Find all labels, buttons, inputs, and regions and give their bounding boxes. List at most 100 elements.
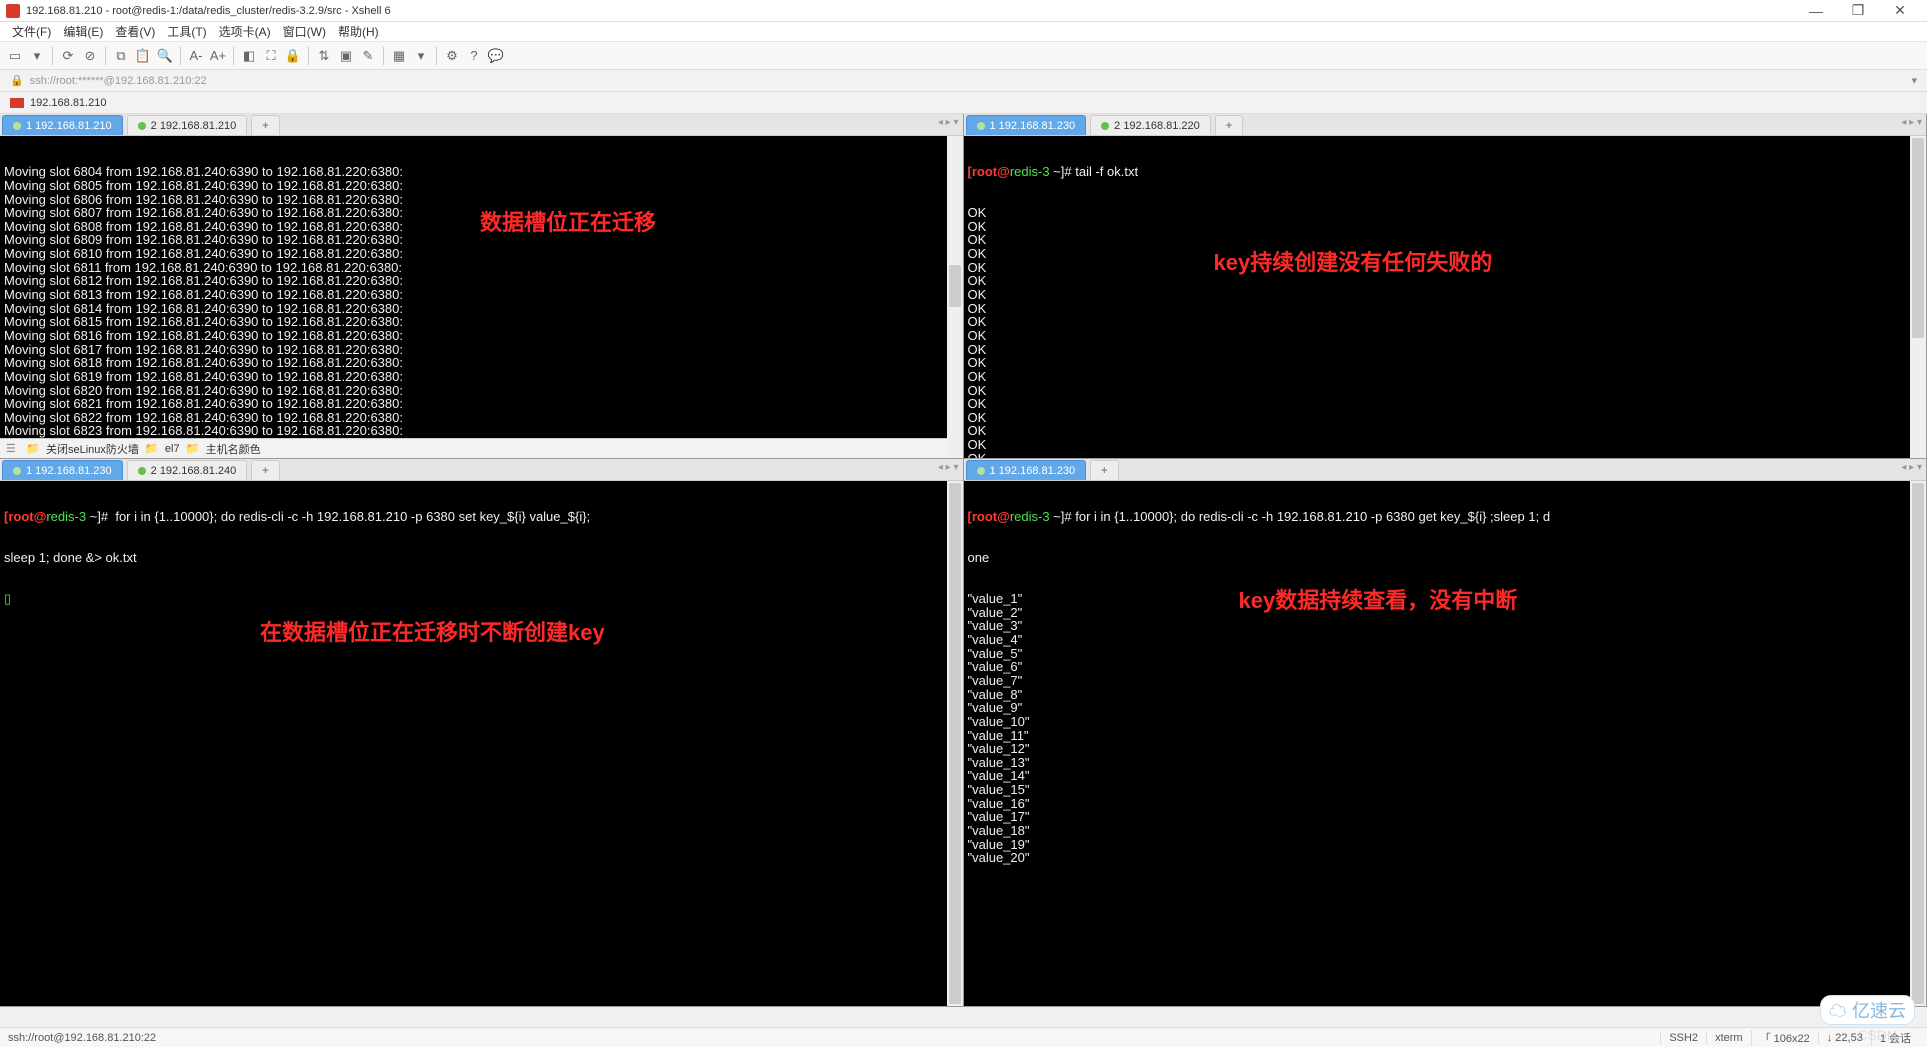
plus-icon: + [262,120,268,132]
tab-bl-2[interactable]: 2 192.168.81.240 [127,460,248,480]
menu-edit[interactable]: 编辑(E) [57,23,109,40]
pane-bottom-right: 1 192.168.81.230 + ◂ ▸ ▾ [root@redis-3 ~… [964,459,1927,1007]
menubar: 文件(F) 编辑(E) 查看(V) 工具(T) 选项卡(A) 窗口(W) 帮助(… [0,22,1927,42]
fullscreen-icon[interactable]: ⛶ [262,47,280,65]
tab-br-1[interactable]: 1 192.168.81.230 [966,460,1087,480]
settings-icon[interactable]: ⚙ [443,47,461,65]
pane-bottom-left: 1 192.168.81.230 2 192.168.81.240 + ◂ ▸ … [0,459,964,1007]
tab-nav-arrows[interactable]: ◂ ▸ ▾ [1901,117,1922,128]
menu-file[interactable]: 文件(F) [6,23,57,40]
tab-tl-2[interactable]: 2 192.168.81.210 [127,115,248,135]
tab-tr-2[interactable]: 2 192.168.81.220 [1090,115,1211,135]
tab-tr-1[interactable]: 1 192.168.81.230 [966,115,1087,135]
scrollbar[interactable] [947,136,963,458]
tab-nav-arrows[interactable]: ◂ ▸ ▾ [1901,462,1922,473]
tab-label: 1 192.168.81.230 [26,465,112,477]
tab-bl-add[interactable]: + [251,460,279,480]
tool-item-3[interactable]: 主机名颜色 [206,441,261,457]
scrollbar[interactable] [1910,481,1926,1006]
tab-tr-add[interactable]: + [1215,115,1243,135]
open-icon[interactable]: ▾ [28,47,46,65]
new-session-icon[interactable]: ▭ [6,47,24,65]
menu-help[interactable]: 帮助(H) [332,23,385,40]
pane-top-right: 1 192.168.81.230 2 192.168.81.220 + ◂ ▸ … [964,114,1927,459]
status-ssh: SSH2 [1660,1032,1706,1044]
tab-nav-arrows[interactable]: ◂ ▸ ▾ [938,462,959,473]
status-term: xterm [1706,1032,1751,1044]
watermark-cloud: ☁ 亿速云 [1820,995,1915,1025]
tool-item-1[interactable]: 关闭seLinux防火墙 [46,441,139,457]
scroll-thumb[interactable] [949,265,961,307]
transfer-icon[interactable]: ⇅ [315,47,333,65]
newwin-icon[interactable]: ▣ [337,47,355,65]
tab-label: 2 192.168.81.210 [151,120,237,132]
scrollbar[interactable] [1910,136,1926,458]
tab-bl-1[interactable]: 1 192.168.81.230 [2,460,123,480]
terminal-bottom-left[interactable]: [root@redis-3 ~]# for i in {1..10000}; d… [0,481,963,1006]
chat-icon[interactable]: 💬 [487,47,505,65]
lock-icon[interactable]: 🔒 [284,47,302,65]
maximize-button[interactable]: ❐ [1837,2,1879,19]
panes: 1 192.168.81.210 2 192.168.81.210 + ◂ ▸ … [0,114,1927,1007]
pane-tl-toolbar: ☰ 📁 关闭seLinux防火墙 📁 el7 📁 主机名颜色 [0,438,963,458]
folder-icon[interactable]: 📁 [186,442,200,455]
window-title: 192.168.81.210 - root@redis-1:/data/redi… [26,5,1795,17]
list-icon[interactable]: ☰ [6,442,20,455]
menu-tools[interactable]: 工具(T) [161,23,212,40]
annotation-tl: 数据槽位正在迁移 [480,211,656,234]
scroll-thumb[interactable] [949,483,961,1004]
terminal-top-right[interactable]: [root@redis-3 ~]# tail -f ok.txt OKOKOKO… [964,136,1927,458]
search-icon[interactable]: 🔍 [156,47,174,65]
annotation-bl: 在数据槽位正在迁移时不断创建key [260,621,605,644]
minimize-button[interactable]: — [1795,3,1837,19]
tile-icon[interactable]: ▦ [390,47,408,65]
close-button[interactable]: ✕ [1879,2,1921,19]
address-dropdown-icon[interactable]: ▾ [1911,74,1917,87]
colorscheme-icon[interactable]: ◧ [240,47,258,65]
terminal-top-left[interactable]: Moving slot 6804 from 192.168.81.240:639… [0,136,963,438]
session-label[interactable]: 192.168.81.210 [30,97,118,109]
folder-icon[interactable]: 📁 [26,442,40,455]
statusbar: ssh://root@192.168.81.210:22 SSH2 xterm … [0,1027,1927,1047]
toolbar: ▭ ▾ ⟳ ⊘ ⧉ 📋 🔍 A- A+ ◧ ⛶ 🔒 ⇅ ▣ ✎ ▦ ▾ ⚙ ? … [0,42,1927,70]
app-icon [6,4,20,18]
scroll-thumb[interactable] [1912,483,1924,1004]
menu-view[interactable]: 查看(V) [109,23,161,40]
scroll-thumb[interactable] [1912,138,1924,338]
disconnect-icon[interactable]: ⊘ [81,47,99,65]
script-icon[interactable]: ✎ [359,47,377,65]
paste-icon[interactable]: 📋 [134,47,152,65]
menu-window[interactable]: 窗口(W) [277,23,332,40]
addressbar[interactable]: 🔒 ssh://root:******@192.168.81.210:22 ▾ [0,70,1927,92]
pane-tr-tabs: 1 192.168.81.230 2 192.168.81.220 + ◂ ▸ … [964,114,1927,136]
folder-icon[interactable]: 📁 [145,442,159,455]
lock-icon: 🔒 [10,74,24,87]
pane-tl-tabs: 1 192.168.81.210 2 192.168.81.210 + ◂ ▸ … [0,114,963,136]
terminal-bottom-right[interactable]: [root@redis-3 ~]# for i in {1..10000}; d… [964,481,1927,1006]
tab-label: 1 192.168.81.230 [990,120,1076,132]
scrollbar[interactable] [947,481,963,1006]
tab-br-add[interactable]: + [1090,460,1118,480]
status-left: ssh://root@192.168.81.210:22 [8,1032,156,1044]
font-increase-icon[interactable]: A+ [209,47,227,65]
tab-nav-arrows[interactable]: ◂ ▸ ▾ [938,117,959,128]
plus-icon: + [1226,120,1232,132]
dropdown-icon[interactable]: ▾ [412,47,430,65]
tab-label: 2 192.168.81.240 [151,465,237,477]
font-decrease-icon[interactable]: A- [187,47,205,65]
annotation-br: key数据持续查看，没有中断 [1239,589,1518,612]
menu-tabs[interactable]: 选项卡(A) [213,23,277,40]
pane-top-left: 1 192.168.81.210 2 192.168.81.210 + ◂ ▸ … [0,114,964,459]
tool-item-2[interactable]: el7 [165,443,180,455]
session-flag-icon [10,98,24,108]
help-icon[interactable]: ? [465,47,483,65]
tab-tl-1[interactable]: 1 192.168.81.210 [2,115,123,135]
tab-label: 2 192.168.81.220 [1114,120,1200,132]
sessiontab-bar: 192.168.81.210 [0,92,1927,114]
address-text: ssh://root:******@192.168.81.210:22 [30,75,207,87]
copy-icon[interactable]: ⧉ [112,47,130,65]
tab-tl-add[interactable]: + [251,115,279,135]
plus-icon: + [262,465,268,477]
tab-label: 1 192.168.81.210 [26,120,112,132]
reconnect-icon[interactable]: ⟳ [59,47,77,65]
